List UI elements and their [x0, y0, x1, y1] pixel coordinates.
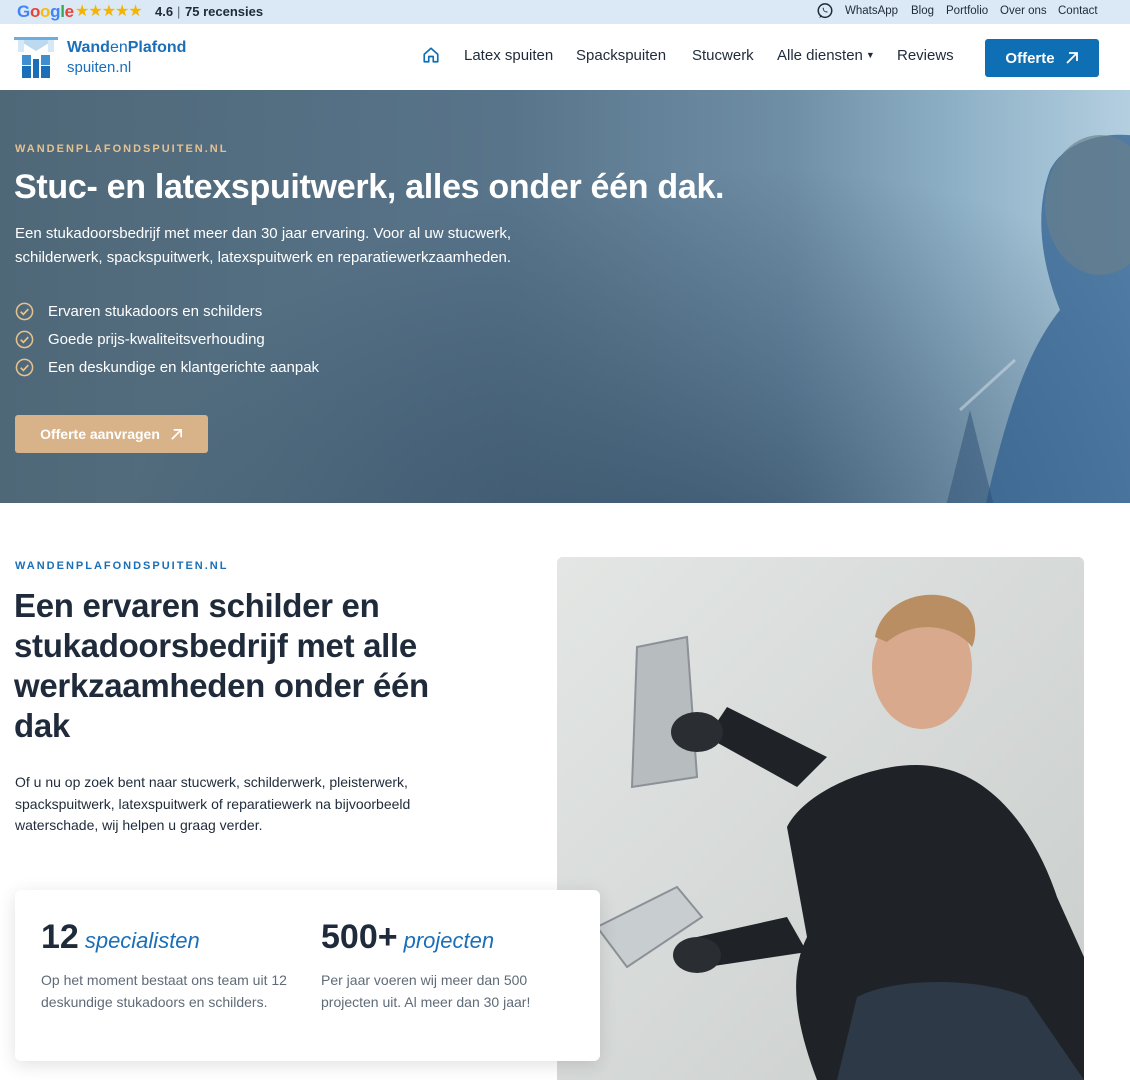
logo-word-en: en [109, 39, 128, 56]
google-letter: g [50, 2, 61, 21]
offerte-aanvragen-button[interactable]: Offerte aanvragen [15, 415, 208, 453]
stat-number: 12 [41, 918, 79, 956]
check-list-item: Een deskundige en klantgerichte aanpak [15, 353, 319, 381]
google-letter: o [40, 2, 51, 21]
topbar-link-contact[interactable]: Contact [1058, 5, 1098, 17]
rating-stars-icon: ★★★★★ [75, 3, 143, 20]
topbar-link-whatsapp[interactable]: WhatsApp [845, 5, 898, 17]
stat-word: specialisten [84, 928, 200, 953]
about-text: Of u nu op zoek bent naar stucwerk, schi… [15, 774, 411, 833]
home-icon[interactable] [422, 46, 440, 64]
stat-number: 500+ [321, 918, 398, 956]
logo-word-plafond: Plafond [127, 39, 187, 56]
check-circle-icon [15, 302, 34, 320]
topbar-link-portfolio[interactable]: Portfolio [946, 5, 988, 17]
hero-worker-image [946, 134, 1130, 503]
arrow-up-right-icon [171, 428, 182, 440]
check-item-label: Goede prijs-kwaliteitsverhouding [48, 330, 265, 348]
google-letter: o [29, 2, 41, 21]
offerte-button[interactable]: Offerte [985, 39, 1099, 77]
stats-card: 12 specialisten Op het moment bestaat ons… [15, 890, 600, 1061]
hero-check-list: Ervaren stukadoors en schilders Goede pr… [15, 297, 319, 381]
about-eyebrow: WANDENPLAFONDSPUITEN.NL [15, 560, 229, 572]
check-item-label: Een deskundige en klantgerichte aanpak [48, 358, 320, 376]
hero-subtitle: Een stukadoorsbedrijf met meer dan 30 ja… [15, 225, 512, 266]
google-logo: Google [17, 2, 74, 22]
about-title: Een ervaren schilder en stukadoorsbedrij… [14, 587, 429, 744]
logo-icon[interactable] [14, 37, 58, 79]
nav-item-alle-diensten[interactable]: Alle diensten ▼ [777, 47, 875, 64]
google-letter: e [64, 2, 74, 21]
worker-plastering-photo [557, 557, 1084, 1080]
nav-item-reviews[interactable]: Reviews [897, 47, 954, 64]
offerte-button-label: Offerte [1005, 49, 1055, 67]
logo-name[interactable]: WandenPlafond [67, 39, 186, 57]
worker-illustration [557, 557, 1084, 1080]
hero-section: WANDENPLAFONDSPUITEN.NL Stuc- en latexsp… [0, 90, 1130, 503]
logo-word-wand: Wand [67, 39, 110, 56]
check-circle-icon [15, 358, 34, 376]
nav-item-label: Alle diensten [777, 47, 863, 64]
check-list-item: Ervaren stukadoors en schilders [15, 297, 319, 325]
stat-description: Per jaar voeren wij meer dan 500 project… [321, 972, 531, 1010]
logo-domain[interactable]: spuiten.nl [67, 59, 131, 76]
top-bar: Google ★★★★★ 4.6 | 75 recensies WhatsApp… [0, 0, 1130, 24]
nav-item-latex-spuiten[interactable]: Latex spuiten [464, 47, 553, 64]
chevron-down-icon: ▼ [865, 50, 875, 60]
hero-title: Stuc- en latexspuitwerk, alles onder één… [14, 168, 725, 206]
main-navigation: WandenPlafond spuiten.nl Latex spuiten S… [0, 24, 1130, 90]
hero-eyebrow: WANDENPLAFONDSPUITEN.NL [15, 143, 229, 155]
check-circle-icon [15, 330, 34, 348]
nav-item-stucwerk[interactable]: Stucwerk [692, 47, 754, 64]
check-item-label: Ervaren stukadoors en schilders [48, 302, 263, 320]
rating-value: 4.6 [155, 4, 174, 19]
offerte-aanvragen-label: Offerte aanvragen [40, 426, 160, 442]
whatsapp-icon[interactable] [816, 2, 834, 20]
stat-word: projecten [403, 928, 495, 953]
nav-item-spackspuiten[interactable]: Spackspuiten [576, 47, 666, 64]
stat-specialisten: 12 specialisten [41, 918, 200, 957]
arrow-up-right-icon [1065, 52, 1078, 64]
separator: | [177, 4, 181, 19]
check-list-item: Goede prijs-kwaliteitsverhouding [15, 325, 319, 353]
topbar-link-blog[interactable]: Blog [911, 5, 934, 17]
stat-projecten: 500+ projecten [321, 918, 494, 957]
stat-description: Op het moment bestaat ons team uit 12 de… [41, 972, 287, 1010]
topbar-link-over-ons[interactable]: Over ons [1000, 5, 1047, 17]
google-letter: G [17, 2, 30, 21]
reviews-count-link[interactable]: 75 recensies [185, 4, 263, 19]
